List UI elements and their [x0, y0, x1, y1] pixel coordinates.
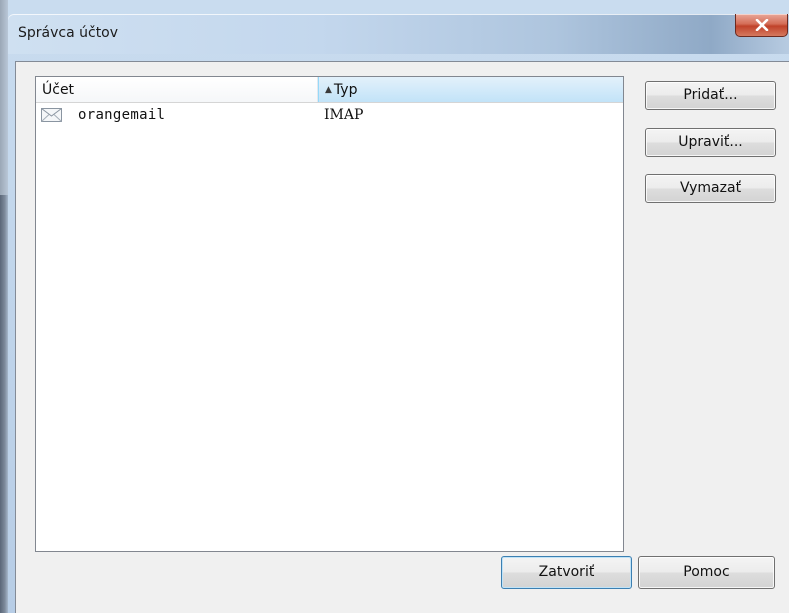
window-left-edge-top	[0, 0, 8, 195]
window-title: Správca účtov	[18, 25, 119, 41]
list-item[interactable]: orangemail IMAP	[36, 104, 623, 126]
close-button[interactable]: Zatvoriť	[501, 556, 632, 589]
dialog-client-area: Účet ▲ Typ orangemail IMAP Pridať... Upra…	[15, 61, 789, 613]
help-button[interactable]: Pomoc	[638, 556, 775, 589]
close-icon	[755, 19, 768, 31]
column-header-type[interactable]: ▲ Typ	[318, 77, 623, 102]
accounts-list[interactable]: Účet ▲ Typ orangemail IMAP	[35, 76, 624, 552]
add-account-button[interactable]: Pridať...	[645, 81, 776, 110]
column-header-type-label: Typ	[333, 82, 358, 98]
account-type: IMAP	[324, 107, 364, 123]
delete-account-button[interactable]: Vymazať	[645, 174, 776, 203]
title-bar[interactable]: Správca účtov	[8, 14, 789, 54]
envelope-icon	[41, 108, 62, 122]
list-header: Účet ▲ Typ	[36, 77, 623, 103]
column-header-account[interactable]: Účet	[36, 77, 318, 102]
column-header-account-label: Účet	[42, 82, 75, 98]
edit-account-button[interactable]: Upraviť...	[645, 128, 776, 157]
sort-ascending-icon: ▲	[325, 85, 332, 95]
account-name: orangemail	[78, 107, 166, 123]
dialog-window: Správca účtov Účet ▲ Typ orangemail IMAP…	[0, 0, 789, 613]
close-window-button[interactable]	[735, 14, 788, 37]
